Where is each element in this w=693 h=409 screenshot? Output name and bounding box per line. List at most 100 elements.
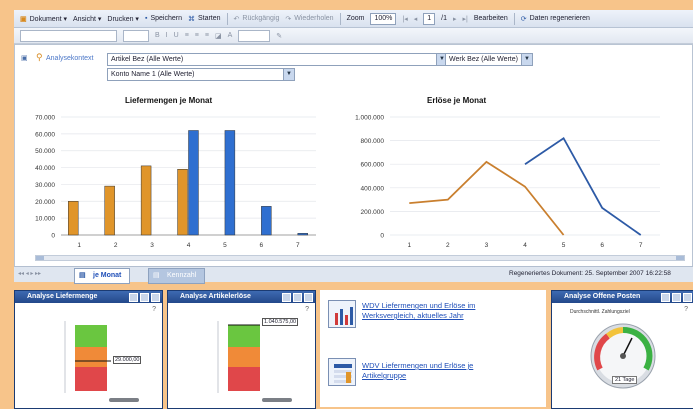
font-select[interactable] (20, 29, 117, 42)
table-doc-icon[interactable] (328, 358, 356, 386)
document-icon: ▣ (20, 15, 27, 23)
konto-filter[interactable]: Konto Name 1 (Alle Werte) ▼ (107, 68, 295, 81)
tab-je-monat[interactable]: ▤ je Monat (74, 268, 131, 284)
y-tick-label: 0 (51, 233, 55, 240)
close-icon[interactable] (683, 293, 692, 302)
dokument-menu[interactable]: ▣ Dokument ▾ (20, 15, 67, 23)
help-icon[interactable]: ? (305, 306, 309, 313)
x-tick-label: 3 (150, 242, 154, 249)
bar (224, 130, 236, 236)
link-werksvergleich[interactable]: WDV Liefermengen und Erlöse im Werksverg… (362, 301, 475, 321)
chart-icon: ▤ (79, 272, 86, 279)
x-tick-label: 2 (114, 242, 118, 249)
bar (297, 233, 308, 236)
undo-button[interactable]: ↶ Rückgängig (234, 15, 280, 23)
scroll-left-icon[interactable] (36, 256, 44, 260)
bold-icon[interactable]: B (155, 32, 160, 39)
bar-chart-doc-icon[interactable] (328, 300, 356, 328)
bar (261, 206, 272, 236)
x-tick-label: 3 (485, 242, 489, 249)
help-icon[interactable]: ? (152, 306, 156, 313)
panel-header: Analyse Offene Posten (552, 291, 693, 303)
panel-header: Analyse Artikelerlöse (168, 291, 315, 303)
panel-analyse-offene-posten: Analyse Offene Posten ? Durchschnittl. Z… (551, 290, 693, 409)
minimize-icon[interactable] (129, 293, 138, 302)
minimize-icon[interactable] (661, 293, 670, 302)
zoom-select[interactable]: 100% (370, 12, 397, 25)
x-tick-label: 6 (600, 242, 604, 249)
liefermengen-bar-chart: 70.000 60.000 50.000 40.000 30.000 20.000 10.0… (35, 115, 316, 249)
help-icon[interactable]: ? (684, 306, 688, 313)
first-page-icon[interactable]: |◂ (402, 15, 407, 23)
font-size-select[interactable] (123, 29, 149, 42)
x-tick-label: 1 (77, 242, 81, 249)
erloese-line-chart: 1.000.000 800.000 600.000 400.000 200.000 0 1 2… (355, 115, 660, 249)
x-tick-label: 4 (187, 242, 191, 249)
y-tick-label: 400.000 (361, 185, 385, 192)
artikelerloese-bullet-chart (217, 321, 292, 402)
redo-icon: ↷ (285, 15, 292, 23)
horizontal-scrollbar[interactable] (35, 255, 685, 261)
last-page-icon[interactable]: ▸| (463, 15, 468, 23)
tab-kennzahl[interactable]: ▤ Kennzahl (148, 268, 206, 284)
x-tick-label: 7 (639, 242, 643, 249)
align-right-icon[interactable]: ≡ (205, 32, 209, 39)
panel-analyse-liefermenge: Analyse Liefermenge ? 29.000,00 (14, 290, 163, 409)
y-tick-label: 50.000 (35, 148, 55, 155)
gauge-title: Durchschnittl. Zahlungsziel (570, 309, 630, 315)
starten-button[interactable]: ⌘ Starten (188, 15, 221, 23)
italic-icon[interactable]: I (166, 32, 168, 39)
artikel-filter[interactable]: Artikel Bez (Alle Werte) ▼ (107, 53, 448, 66)
report-tabs-bar: ◂◂ ◂ ▸ ▸▸ ▤ je Monat ▤ Kennzahl Regeneri… (14, 266, 693, 284)
save-icon: ▪ (144, 15, 148, 22)
toolbar-separator (513, 12, 515, 25)
align-center-icon[interactable]: ≡ (195, 32, 199, 39)
collapse-icon[interactable]: ▣ (21, 54, 28, 62)
main-toolbar: ▣ Dokument ▾ Ansicht ▾ Drucken ▾ ▪ Speiche… (14, 10, 693, 28)
close-icon[interactable] (151, 293, 160, 302)
maximize-icon[interactable] (140, 293, 149, 302)
maximize-icon[interactable] (672, 293, 681, 302)
bearbeiten-button[interactable]: Bearbeiten (474, 15, 508, 22)
undo-icon: ↶ (233, 15, 240, 23)
drucken-menu[interactable]: Drucken ▾ (107, 15, 139, 23)
bar (177, 169, 188, 236)
align-left-icon[interactable]: ≡ (185, 32, 189, 39)
panel-header: Analyse Liefermenge (15, 291, 162, 303)
toolbar-separator (226, 12, 228, 25)
x-tick-label: 5 (562, 242, 566, 249)
liefermenge-value: 29.000,00 (113, 356, 142, 364)
bar (68, 201, 79, 236)
minimize-icon[interactable] (282, 293, 291, 302)
close-icon[interactable] (304, 293, 313, 302)
speichern-button[interactable]: ▪ Speichern (145, 15, 182, 22)
y-tick-label: 1.000.000 (355, 115, 384, 122)
page-input[interactable]: 1 (423, 12, 436, 25)
y-tick-label: 20.000 (35, 199, 55, 206)
chart-icon: ▤ (153, 272, 160, 279)
x-tick-label: 4 (523, 242, 527, 249)
y-tick-label: 800.000 (361, 138, 385, 145)
border-select[interactable] (238, 29, 271, 42)
y-tick-label: 200.000 (361, 209, 385, 216)
bar (104, 185, 115, 236)
analysekontext-link[interactable]: Analysekontext (46, 55, 93, 62)
pencil-icon[interactable]: ✎ (276, 32, 282, 40)
underline-icon[interactable]: U (174, 32, 179, 39)
redo-button[interactable]: ↷ Wiederholen (285, 15, 333, 23)
scroll-right-icon[interactable] (676, 256, 684, 260)
prev-page-icon[interactable]: ◂ (414, 15, 418, 23)
tab-nav-icons[interactable]: ◂◂ ◂ ▸ ▸▸ (18, 270, 41, 277)
bar-chart-title: Liefermengen je Monat (125, 96, 213, 105)
maximize-icon[interactable] (293, 293, 302, 302)
binoculars-icon: ⌘ (187, 15, 195, 23)
fill-color-icon[interactable]: ◪ (215, 32, 222, 40)
ansicht-menu[interactable]: Ansicht ▾ (73, 15, 101, 23)
series-line (524, 136, 642, 236)
regenerate-button[interactable]: ⟳ Daten regenerieren (521, 15, 590, 23)
werk-filter[interactable]: Werk Bez (Alle Werte) ▼ (445, 53, 533, 66)
font-color-icon[interactable]: A (228, 32, 233, 39)
link-artikelgruppe[interactable]: WDV Liefermengen und Erlöse je Artikelgr… (362, 361, 473, 381)
next-page-icon[interactable]: ▸ (453, 15, 457, 23)
format-toolbar: B I U ≡ ≡ ≡ ◪ A ✎ (14, 28, 693, 44)
